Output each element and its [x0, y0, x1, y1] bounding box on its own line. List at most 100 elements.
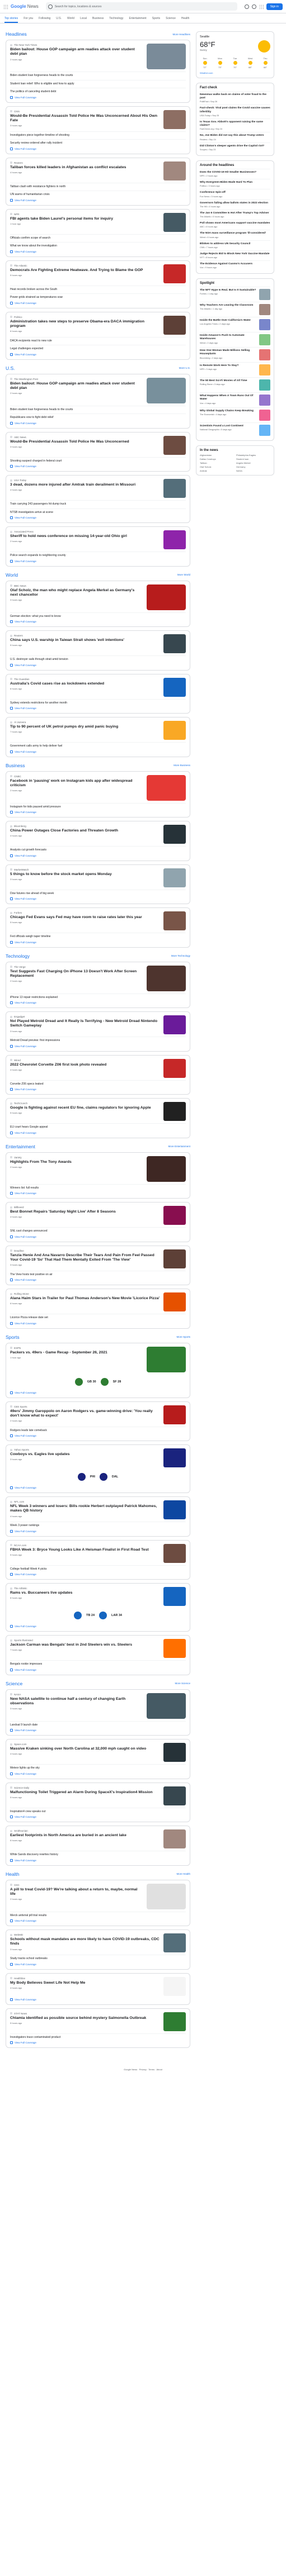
panel-item[interactable]: No, Joe Biden did not say this about Tru… [200, 132, 270, 142]
story-card[interactable]: Sports Illustrated Jackson Carman was Ben… [6, 1635, 190, 1675]
full-coverage-link[interactable]: View Full Coverage [10, 1815, 186, 1818]
full-coverage-link[interactable]: View Full Coverage [10, 663, 186, 667]
related-story[interactable]: The politics of canceling student debt [10, 88, 186, 94]
related-story[interactable]: Power grids strained as temperatures soa… [10, 293, 186, 300]
headline[interactable]: Alana Haim Stars in Trailer for Paul Tho… [10, 1296, 160, 1301]
story-card[interactable]: The Atlantic Democrats Are Fighting Extre… [6, 260, 190, 308]
panel-item[interactable]: Conference Spin-off Fox News • 3 hours ag… [200, 189, 270, 199]
story-image[interactable] [163, 1058, 186, 1078]
story-card[interactable]: The Washington Post Biden bailout: House … [6, 373, 190, 429]
related-story[interactable]: Biden student loan forgiveness heads to … [10, 72, 186, 78]
headline[interactable]: Administration takes new steps to preser… [10, 320, 160, 329]
story-image[interactable] [163, 1448, 186, 1467]
full-coverage-link[interactable]: View Full Coverage [10, 1529, 186, 1533]
panel-item[interactable]: Scientists Found a Lost Continent Nationa… [200, 422, 270, 438]
panel-item[interactable]: Why Teachers Are Leaving the Classroom Th… [200, 302, 270, 317]
related-story[interactable]: Landsat 9 launch date [10, 1720, 186, 1727]
help-icon[interactable] [244, 4, 249, 9]
headline[interactable]: Test Suggests Fast Charging On iPhone 13… [10, 969, 143, 979]
headline[interactable]: New NASA satellite to continue half a ce… [10, 1697, 143, 1707]
tab-health[interactable]: Health [181, 17, 189, 23]
section-heading[interactable]: Business [6, 763, 25, 768]
related-story[interactable]: Week 3 power rankings [10, 1522, 186, 1528]
story-card[interactable]: CBS Sports 49ers' Jimmy Garoppolo on Aaro… [6, 1401, 190, 1441]
full-coverage-link[interactable]: View Full Coverage [10, 854, 186, 857]
related-story[interactable]: NTSB investigators arrive at scene [10, 508, 186, 515]
section-heading[interactable]: Entertainment [6, 1144, 35, 1149]
story-card[interactable]: STAT News Chlamia identified as possible … [6, 2008, 190, 2048]
headline[interactable]: My Body Believes Sweet Life Not Help Me [10, 1981, 160, 1985]
related-story[interactable]: Student loan relief: Who is eligible and… [10, 79, 186, 86]
headline[interactable]: Chicago Fed Evans says Fed may have room… [10, 915, 160, 920]
story-card[interactable]: NASA New NASA satellite to continue half … [6, 1689, 190, 1736]
headline[interactable]: 2022 Chevrolet Corvette Z06 first look p… [10, 1063, 160, 1067]
headline[interactable]: NFL Week 3 winners and losers: Bills roo… [10, 1504, 160, 1514]
related-story[interactable]: UN warns of humanitarian crisis [10, 191, 186, 197]
related-story[interactable]: Corvette Z06 specs leaked [10, 1080, 186, 1086]
full-coverage-link[interactable]: View Full Coverage [10, 1322, 186, 1325]
full-coverage-link[interactable]: View Full Coverage [10, 1729, 186, 1732]
headline[interactable]: Democrats Are Fighting Extreme Heatwave.… [10, 268, 160, 273]
full-coverage-link[interactable]: View Full Coverage [10, 96, 186, 99]
tab-world[interactable]: World [67, 17, 74, 23]
story-image[interactable] [163, 2012, 186, 2031]
topic-link[interactable]: Germany [236, 465, 270, 468]
full-coverage-link[interactable]: View Full Coverage [10, 1131, 186, 1134]
story-image[interactable] [147, 377, 186, 403]
full-coverage-link[interactable]: View Full Coverage [10, 1859, 186, 1862]
full-coverage-link[interactable]: View Full Coverage [10, 1001, 186, 1004]
tab-sports[interactable]: Sports [152, 17, 160, 23]
related-story[interactable]: Investigators piece together timeline of… [10, 131, 186, 137]
full-coverage-link[interactable]: View Full Coverage [10, 1279, 186, 1281]
panel-item[interactable]: What Happens When A Town Runs Out Of Wat… [200, 392, 270, 407]
full-coverage-link[interactable]: View Full Coverage [10, 353, 186, 356]
related-story[interactable]: Taliban clash with resistance fighters i… [10, 182, 186, 189]
story-card[interactable]: CNN Would-Be Presidential Assassin Told P… [6, 106, 190, 154]
story-image[interactable] [163, 1933, 186, 1952]
panel-item[interactable]: Blinken to address UN Security Council CN… [200, 240, 270, 250]
related-story[interactable]: Merck antiviral pill trial results [10, 1911, 186, 1918]
story-card[interactable]: Variety Highlights From The Tony Awards 2 … [6, 1152, 190, 1199]
story-card[interactable]: NPR FBI agents take Biden Laurel's person… [6, 208, 190, 257]
story-image[interactable] [163, 1102, 186, 1121]
full-coverage-link[interactable]: View Full Coverage [10, 1391, 186, 1394]
topic-link[interactable]: Amtrak [200, 469, 234, 472]
search-input[interactable]: Search for topics, locations & sources [45, 2, 237, 11]
story-image[interactable] [163, 315, 186, 335]
story-image[interactable] [163, 212, 186, 232]
more-link[interactable]: More Sports [176, 1335, 190, 1338]
story-image[interactable] [163, 161, 186, 180]
story-card[interactable]: Space.com Massive Kraken sinking over Nor… [6, 1739, 190, 1779]
related-story[interactable]: Police search expands to neighboring cou… [10, 552, 186, 558]
story-card[interactable]: Yahoo Sports Cowboys vs. Eagles live upda… [6, 1444, 190, 1493]
related-story[interactable]: College football Week 4 picks [10, 1565, 186, 1571]
logo[interactable]: Google News [11, 4, 39, 9]
story-card[interactable]: MarketWatch 5 things to know before the s… [6, 864, 190, 904]
story-card[interactable]: The Verge Test Suggests Fast Charging On … [6, 961, 190, 1008]
tab-local[interactable]: Local [80, 17, 87, 23]
related-story[interactable]: Metroid Dread preview: first impressions [10, 1037, 186, 1043]
story-card[interactable]: Billboard Best Bonnet Repairs 'Saturday N… [6, 1202, 190, 1242]
headline[interactable]: Tip to 90 percent of UK petrol pumps dry… [10, 725, 160, 729]
full-coverage-link[interactable]: View Full Coverage [10, 465, 186, 468]
more-link[interactable]: More Science [175, 1682, 190, 1685]
panel-item[interactable]: Inside Amazon's Push to Automate Warehou… [200, 332, 270, 347]
full-coverage-link[interactable]: View Full Coverage [10, 750, 186, 753]
section-heading[interactable]: Health [6, 1871, 20, 1877]
full-coverage-link[interactable]: View Full Coverage [10, 1772, 186, 1775]
headline[interactable]: Olaf Scholz, the man who might replace A… [10, 588, 143, 598]
weather-source-link[interactable]: Weather.com [200, 72, 270, 74]
full-coverage-link[interactable]: View Full Coverage [10, 1235, 186, 1238]
panel-item[interactable]: Inside the Battle Over California's Wate… [200, 317, 270, 332]
full-coverage-link[interactable]: View Full Coverage [10, 1434, 186, 1437]
story-card[interactable]: The Guardian Australia's Covid cases rise… [6, 673, 190, 714]
menu-icon[interactable] [3, 4, 8, 9]
headline[interactable]: Massive Kraken sinking over North Caroli… [10, 1747, 160, 1751]
story-image[interactable] [163, 1639, 186, 1658]
story-card[interactable]: Healthline My Body Believes Sweet Life No… [6, 1973, 190, 2005]
section-heading[interactable]: U.S. [6, 365, 15, 371]
topic-link[interactable]: Dallas Cowboys [200, 458, 234, 460]
more-link[interactable]: More Headlines [172, 33, 190, 36]
story-image[interactable] [163, 1976, 186, 1996]
story-card[interactable]: Bloomberg China Power Outages Close Facto… [6, 821, 190, 861]
